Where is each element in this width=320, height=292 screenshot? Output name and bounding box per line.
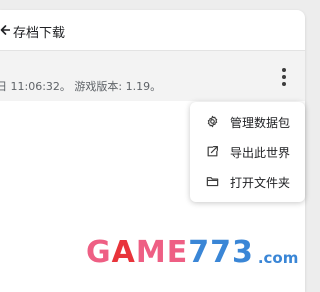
menu-item-label: 打开文件夹 — [230, 176, 291, 190]
watermark-letter: 3 — [231, 235, 254, 270]
watermark-domain: .com — [257, 249, 299, 267]
menu-item-label: 管理数据包 — [230, 116, 291, 130]
menu-item-export-world[interactable]: 导出此世界 — [190, 137, 305, 167]
world-info-text: 日 11:06:32。 游戏版本: 1.19。 — [0, 80, 162, 93]
export-icon — [207, 146, 218, 157]
menu-item-manage-datapacks[interactable]: 管理数据包 — [190, 107, 305, 137]
folder-icon — [206, 177, 219, 187]
page-title: 存档下载 — [13, 26, 66, 41]
header-bar: 存档下载 — [0, 10, 305, 50]
back-arrow-icon[interactable] — [0, 23, 10, 37]
kebab-dot — [282, 82, 286, 86]
watermark-letter: A — [111, 235, 136, 270]
watermark-letter: E — [166, 235, 189, 270]
watermark-letter: M — [135, 235, 167, 270]
watermark-logo: GAME773 .com — [86, 236, 298, 270]
watermark-letter: 7 — [188, 235, 211, 270]
watermark-text: GAME773 — [86, 236, 254, 270]
kebab-dot — [282, 68, 286, 72]
context-menu: 管理数据包 导出此世界 打开文件夹 — [190, 102, 305, 202]
world-list-item[interactable]: 日 11:06:32。 游戏版本: 1.19。 — [0, 51, 305, 101]
watermark-letter: G — [86, 235, 112, 270]
menu-item-open-folder[interactable]: 打开文件夹 — [190, 167, 305, 197]
kebab-dot — [282, 75, 286, 79]
menu-item-label: 导出此世界 — [230, 146, 291, 160]
watermark-letter: 7 — [210, 235, 232, 270]
gear-icon — [207, 115, 218, 128]
more-options-button[interactable] — [272, 65, 296, 89]
